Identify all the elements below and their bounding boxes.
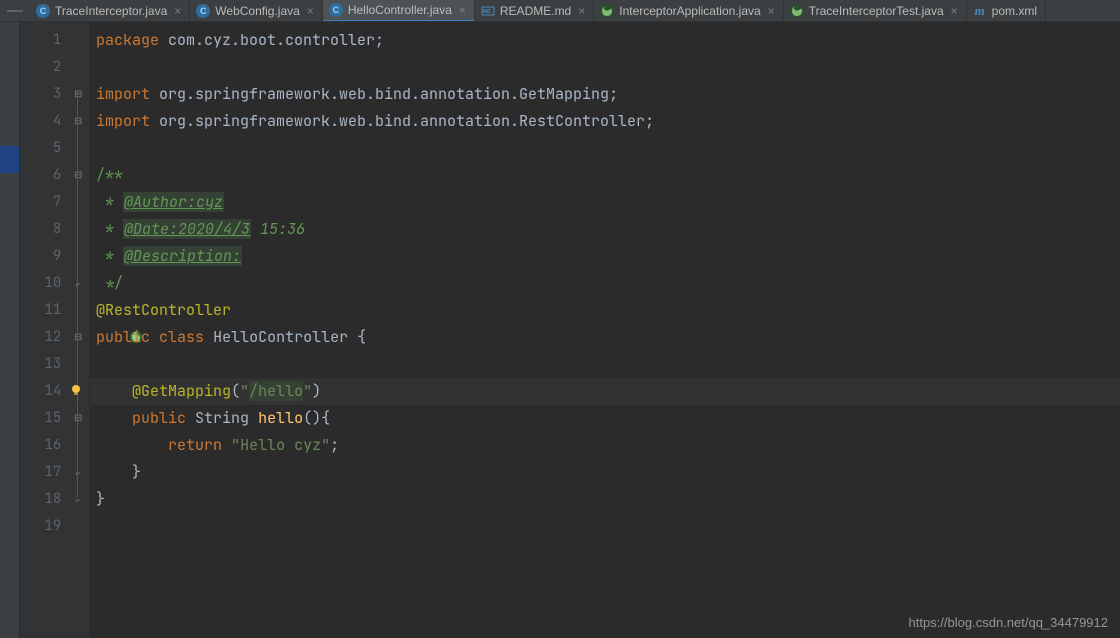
line-number: 16 (20, 432, 67, 459)
line-number: 4 (20, 108, 67, 135)
ide-root: — C TraceInterceptor.java × C WebConfig.… (0, 0, 1120, 638)
tab-label: README.md (500, 4, 571, 18)
kw-package: package (96, 30, 159, 50)
line-number: 13 (20, 351, 67, 378)
toolbar-minimize-icon[interactable]: — (0, 2, 30, 20)
line-number: 9 (20, 243, 67, 270)
doc-date-tag: @Date:2020/4/3 (123, 219, 251, 239)
line-number: 8 (20, 216, 67, 243)
line-number: 14 (20, 378, 67, 405)
tab-label: InterceptorApplication.java (619, 4, 760, 18)
tab-label: HelloController.java (348, 3, 452, 17)
line-number: 2 (20, 54, 67, 81)
line-number: 1 (20, 27, 67, 54)
tab-hello-controller[interactable]: C HelloController.java × (323, 0, 475, 22)
line-number: 5 (20, 135, 67, 162)
markdown-icon: MD (481, 4, 495, 18)
line-number: 12 (20, 324, 67, 351)
tab-trace-interceptor-test[interactable]: TraceInterceptorTest.java × (784, 0, 967, 22)
kw-import: import (96, 111, 150, 131)
gutter: 1 2 3 4 5 6 7 8 9 10 11 12 13 14 15 16 1… (20, 22, 90, 638)
tab-label: TraceInterceptor.java (55, 4, 167, 18)
package-name: com.cyz.boot.controller (168, 30, 375, 50)
line-number: 7 (20, 189, 67, 216)
close-icon[interactable]: × (174, 4, 181, 18)
close-icon[interactable]: × (578, 4, 585, 18)
doc-description-tag: @Description: (123, 246, 242, 266)
line-number: 19 (20, 513, 67, 540)
java-class-icon: C (329, 3, 343, 17)
svg-text:MD: MD (483, 9, 491, 15)
kw-import: import (96, 84, 150, 104)
editor-tabbar: — C TraceInterceptor.java × C WebConfig.… (0, 0, 1120, 22)
left-gutter-strip (0, 22, 20, 638)
close-icon[interactable]: × (307, 4, 314, 18)
line-number: 6 (20, 162, 67, 189)
doc-author-tag: @Author:cyz (123, 192, 224, 212)
close-icon[interactable]: × (768, 4, 775, 18)
spring-icon (790, 4, 804, 18)
tab-label: WebConfig.java (215, 4, 300, 18)
tab-trace-interceptor[interactable]: C TraceInterceptor.java × (30, 0, 190, 22)
current-line: @GetMapping("/hello") (90, 378, 1120, 405)
intention-bulb-icon[interactable] (70, 384, 82, 396)
tab-label: pom.xml (992, 4, 1037, 18)
tab-label: TraceInterceptorTest.java (809, 4, 944, 18)
close-icon[interactable]: × (951, 4, 958, 18)
line-number: 3 (20, 81, 67, 108)
close-icon[interactable]: × (459, 3, 466, 17)
line-number: 11 (20, 297, 67, 324)
java-class-icon: C (36, 4, 50, 18)
editor-body: 1 2 3 4 5 6 7 8 9 10 11 12 13 14 15 16 1… (0, 22, 1120, 638)
java-class-icon: C (196, 4, 210, 18)
get-mapping-annotation: @GetMapping (132, 381, 231, 401)
class-name: HelloController (213, 327, 348, 347)
maven-icon: m (973, 4, 987, 18)
modification-marker (0, 146, 19, 173)
method-name: hello (258, 408, 303, 428)
tab-web-config[interactable]: C WebConfig.java × (190, 0, 323, 22)
line-number: 18 (20, 486, 67, 513)
tab-interceptor-app[interactable]: InterceptorApplication.java × (594, 0, 783, 22)
line-numbers: 1 2 3 4 5 6 7 8 9 10 11 12 13 14 15 16 1… (20, 22, 67, 638)
line-number: 10 (20, 270, 67, 297)
rest-controller-annotation: @RestController (96, 300, 231, 320)
tab-pom-xml[interactable]: m pom.xml (967, 0, 1046, 22)
line-number: 15 (20, 405, 67, 432)
spring-icon (600, 4, 614, 18)
fold-column: ⊟ ⊟ ⊟ ⌐ ⊟ ⊟ ⌐ ⌐ (67, 22, 89, 638)
line-number: 17 (20, 459, 67, 486)
watermark-text: https://blog.csdn.net/qq_34479912 (909, 615, 1109, 630)
tab-readme[interactable]: MD README.md × (475, 0, 594, 22)
code-editor[interactable]: package com.cyz.boot.controller; import … (90, 22, 1120, 638)
